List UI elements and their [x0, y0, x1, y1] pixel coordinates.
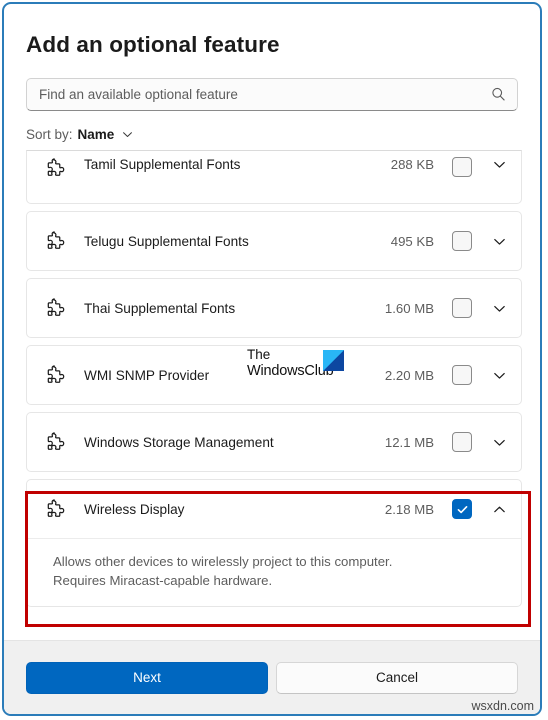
feature-detail-panel: Allows other devices to wirelessly proje… — [27, 538, 521, 606]
feature-size: 12.1 MB — [384, 434, 434, 450]
search-box[interactable] — [26, 78, 518, 111]
sort-by-value: Name — [77, 127, 115, 142]
feature-size: 288 KB — [390, 157, 434, 172]
chevron-up-icon[interactable] — [492, 502, 507, 517]
add-optional-feature-dialog: Add an optional feature Sort by: Name — [2, 2, 542, 716]
watermark-line-2: WindowsClub — [247, 363, 334, 379]
chevron-down-icon[interactable] — [492, 368, 507, 383]
list-item[interactable]: Thai Supplemental Fonts 1.60 MB — [26, 278, 522, 338]
feature-row[interactable]: Thai Supplemental Fonts 1.60 MB — [27, 279, 521, 337]
site-watermark: wsxdn.com — [471, 699, 534, 713]
list-item[interactable]: Telugu Supplemental Fonts 495 KB — [26, 211, 522, 271]
list-item[interactable]: Tamil Supplemental Fonts 288 KB — [26, 150, 522, 204]
windowsclub-watermark: The WindowsClub — [247, 348, 349, 382]
dialog-content-area: Add an optional feature Sort by: Name — [4, 4, 540, 640]
sort-by-control[interactable]: Sort by: Name — [26, 127, 134, 142]
feature-row[interactable]: Wireless Display 2.18 MB — [27, 480, 521, 538]
list-item[interactable]: Windows Storage Management 12.1 MB — [26, 412, 522, 472]
search-icon — [492, 87, 505, 101]
feature-checkbox[interactable] — [452, 298, 472, 318]
puzzle-piece-icon — [47, 231, 65, 249]
chevron-down-icon[interactable] — [492, 301, 507, 316]
feature-name: Thai Supplemental Fonts — [84, 300, 236, 316]
list-item-wireless-display[interactable]: Wireless Display 2.18 MB Allows other de… — [26, 479, 522, 608]
dialog-footer: Next Cancel wsxdn.com — [4, 640, 540, 714]
feature-size: 2.18 MB — [384, 501, 434, 517]
next-button[interactable]: Next — [26, 661, 268, 694]
watermark-line-1: The — [247, 347, 271, 362]
feature-row[interactable]: Telugu Supplemental Fonts 495 KB — [27, 212, 521, 270]
puzzle-piece-icon — [47, 298, 65, 316]
feature-checkbox[interactable] — [452, 432, 472, 452]
optional-feature-list[interactable]: Tamil Supplemental Fonts 288 KB Telugu S… — [26, 150, 522, 640]
feature-name: Tamil Supplemental Fonts — [84, 157, 241, 172]
cancel-button[interactable]: Cancel — [276, 661, 518, 694]
page-title: Add an optional feature — [26, 32, 280, 57]
feature-checkbox[interactable] — [452, 157, 472, 177]
puzzle-piece-icon — [47, 365, 65, 383]
feature-name: Telugu Supplemental Fonts — [84, 233, 249, 249]
search-input[interactable] — [39, 87, 490, 102]
feature-size: 495 KB — [390, 233, 434, 249]
feature-size: 2.20 MB — [384, 367, 434, 383]
sort-by-label: Sort by: — [26, 127, 73, 142]
puzzle-piece-icon — [47, 158, 65, 176]
feature-size: 1.60 MB — [384, 300, 434, 316]
feature-name: Windows Storage Management — [84, 434, 274, 450]
feature-checkbox[interactable] — [452, 231, 472, 251]
chevron-down-icon[interactable] — [492, 435, 507, 450]
chevron-down-icon[interactable] — [492, 157, 507, 172]
chevron-down-icon — [123, 132, 133, 137]
puzzle-piece-icon — [47, 499, 65, 517]
feature-checkbox[interactable] — [452, 499, 472, 519]
checkmark-icon — [457, 505, 467, 513]
search-row — [26, 78, 518, 111]
windowsclub-logo-icon — [323, 350, 344, 371]
feature-checkbox[interactable] — [452, 365, 472, 385]
feature-row[interactable]: Windows Storage Management 12.1 MB — [27, 413, 521, 471]
puzzle-piece-icon — [47, 432, 65, 450]
feature-row[interactable]: Tamil Supplemental Fonts 288 KB — [27, 151, 521, 203]
feature-description: Allows other devices to wirelessly proje… — [53, 554, 393, 588]
chevron-down-icon[interactable] — [492, 234, 507, 249]
feature-name: Wireless Display — [84, 501, 185, 517]
